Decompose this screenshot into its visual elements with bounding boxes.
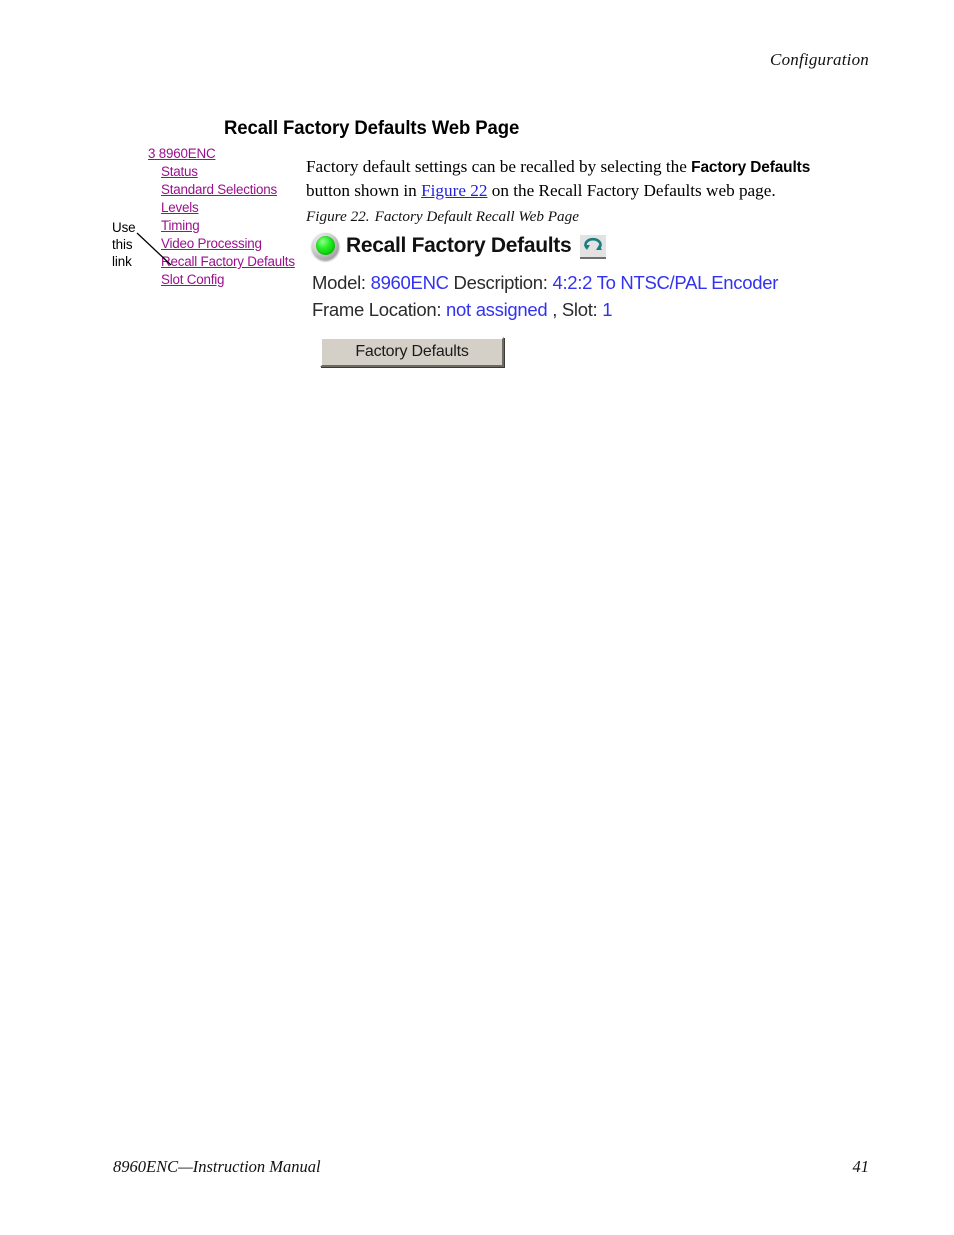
figure-caption: Figure 22. Factory Default Recall Web Pag… [306,208,579,226]
description-label: Description: [453,272,548,293]
nav-item-levels[interactable]: Levels [161,199,199,217]
page-title: Recall Factory Defaults Web Page [224,117,520,140]
slot-separator: , [552,299,562,320]
web-figure-title-row: Recall Factory Defaults [312,231,852,261]
callout-line-1: Use [112,220,136,235]
green-status-led-icon [312,232,339,260]
callout-line-3: link [112,254,132,269]
nav-item-8960enc[interactable]: 3 8960ENC [148,145,216,163]
slot-label: Slot: [561,299,598,320]
frame-location-line: Frame Location: not assigned , Slot: 1 [312,296,852,323]
recall-factory-defaults-web-figure: Recall Factory Defaults Model: 8960ENC D… [312,231,852,323]
paragraph-text-part-3: on the Recall Factory Defaults web page. [487,180,776,200]
footer-page-number: 41 [852,1157,870,1176]
web-figure-info-block: Model: 8960ENC Description: 4:2:2 To NTS… [312,269,852,323]
description-value: 4:2:2 To NTSC/PAL Encoder [552,272,779,293]
figure-number: Figure 22. [306,208,370,225]
footer-manual-title: 8960ENC—Instruction Manual [113,1157,321,1176]
callout-annotation: Use this link [112,219,136,270]
nav-item-recall-factory-defaults[interactable]: Recall Factory Defaults [161,253,295,271]
frame-location-value: not assigned [446,299,548,320]
nav-item-status[interactable]: Status [161,163,198,181]
factory-defaults-button[interactable]: Factory Defaults [320,337,504,367]
web-page-nav-panel: 3 8960ENC Status Standard Selections Lev… [148,145,295,289]
model-value: 8960ENC [370,272,449,293]
model-label: Model: [312,272,366,293]
nav-item-video-processing[interactable]: Video Processing [161,235,262,253]
running-head: Configuration [770,50,869,69]
paragraph-text-part-1: Factory default settings can be recalled… [306,157,692,177]
paragraph-bold-term: Factory Defaults [691,159,811,177]
nav-item-standard-selections[interactable]: Standard Selections [161,181,277,199]
model-line: Model: 8960ENC Description: 4:2:2 To NTS… [312,269,852,296]
frame-location-label: Frame Location: [312,299,442,320]
callout-line-2: this [112,237,133,252]
slot-value: 1 [602,299,613,320]
body-paragraph: Factory default settings can be recalled… [306,156,851,202]
web-figure-title: Recall Factory Defaults [346,234,572,257]
paragraph-text-part-2: button shown in [306,180,422,200]
nav-item-timing[interactable]: Timing [161,217,200,235]
figure-title: Factory Default Recall Web Page [374,208,579,225]
nav-item-slot-config[interactable]: Slot Config [161,271,225,289]
figure-cross-reference-link[interactable]: Figure 22 [421,181,487,200]
refresh-icon[interactable] [580,235,607,259]
